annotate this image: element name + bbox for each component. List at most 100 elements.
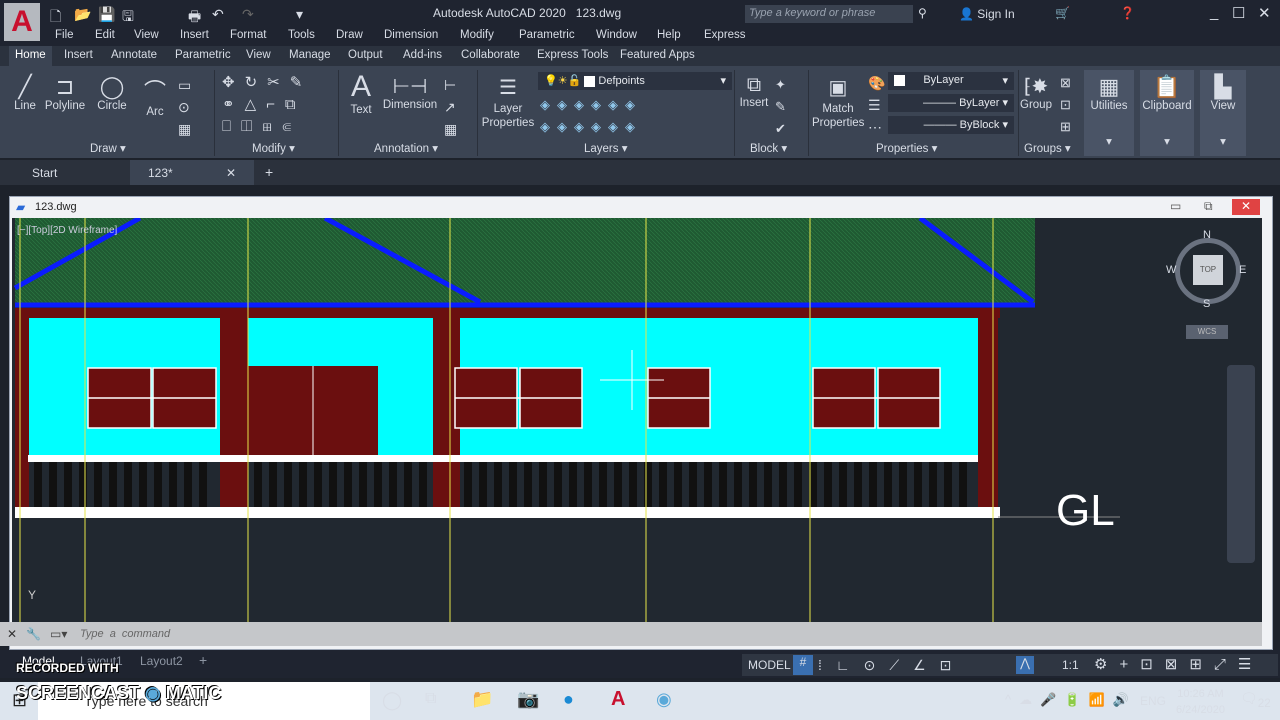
application-menu-button[interactable]: A (4, 3, 40, 41)
menu-tools[interactable]: Tools (288, 29, 315, 41)
arc-button[interactable]: ⌒ Arc (140, 74, 170, 118)
command-history-icon[interactable]: ▭▾ (50, 627, 67, 641)
customize-chevron-icon[interactable]: ▾ (296, 6, 303, 23)
menu-insert[interactable]: Insert (180, 29, 209, 41)
tab-add-ins[interactable]: Add-ins (403, 49, 442, 61)
sign-in-button[interactable]: 👤 Sign In (959, 7, 1015, 21)
tab-parametric[interactable]: Parametric (175, 49, 231, 61)
tab-featured-apps[interactable]: Featured Apps (620, 49, 695, 61)
drawing-close-button[interactable]: ✕ (1232, 199, 1260, 215)
annotation-panel-label[interactable]: Annotation ▾ (374, 141, 438, 155)
notifications-icon[interactable]: 🗨22 (1240, 690, 1271, 710)
navigation-bar[interactable] (1227, 365, 1255, 563)
cart-icon[interactable]: 🛒 (1055, 6, 1070, 20)
color-dropdown[interactable]: ByLayer ▾ (888, 72, 1014, 90)
line-button[interactable]: ╱ Line (8, 74, 42, 112)
save-as-icon[interactable]: 🖫 (122, 6, 134, 30)
task-view-icon[interactable]: ⧉ (425, 690, 436, 708)
tab-express-tools[interactable]: Express Tools (537, 49, 608, 61)
tab-view[interactable]: View (246, 49, 271, 61)
modify-tools-icons[interactable]: ✥↻✂✎ ⚭△⌐⧉ ⎕◫⊞⋐ (222, 72, 312, 138)
new-icon[interactable]: 🗋 (50, 6, 61, 30)
circle-button[interactable]: ◯ Circle (94, 74, 130, 112)
new-layout-button[interactable]: + (199, 652, 207, 668)
drawing-restore-button[interactable]: ⧉ (1204, 199, 1213, 214)
modify-panel-label[interactable]: Modify ▾ (252, 141, 295, 155)
screencast-taskbar-icon[interactable]: ◉ (656, 689, 672, 710)
compass-e[interactable]: E (1239, 264, 1246, 276)
polyline-button[interactable]: ⊐ Polyline (42, 74, 88, 112)
drawing-canvas[interactable] (12, 218, 1262, 622)
cortana-icon[interactable]: ◯ (382, 690, 402, 711)
layer-tools-icons[interactable]: ◈◈◈◈◈◈ ◈◈◈◈◈◈ (540, 94, 642, 138)
camera-icon[interactable]: 📷 (517, 689, 539, 710)
group-tools-icons[interactable]: ⊠ ⊡ ⊞ (1060, 72, 1071, 138)
group-button[interactable]: ⁅✸ Group (1020, 74, 1052, 111)
tab-document[interactable]: 123* ✕ (130, 160, 254, 185)
binoculars-icon[interactable]: ⚲ (918, 6, 927, 20)
tab-insert[interactable]: Insert (64, 49, 93, 61)
tab-layout2[interactable]: Layout2 (140, 654, 183, 668)
menu-dimension[interactable]: Dimension (384, 29, 438, 41)
menu-file[interactable]: File (55, 29, 74, 41)
close-tab-icon[interactable]: ✕ (226, 166, 236, 180)
compass-s[interactable]: S (1203, 298, 1210, 310)
properties-panel-label[interactable]: Properties ▾ (876, 141, 937, 155)
insert-button[interactable]: ⧉ Insert (738, 74, 770, 109)
menu-parametric[interactable]: Parametric (519, 29, 575, 41)
compass-n[interactable]: N (1203, 229, 1211, 241)
customize-wrench-icon[interactable]: 🔧 (26, 627, 41, 641)
drawing-minimize-button[interactable]: ▭ (1170, 199, 1181, 213)
file-explorer-icon[interactable]: 📁 (471, 689, 493, 710)
grid-icon[interactable]: # (793, 655, 813, 675)
viewcube-top[interactable]: TOP (1193, 255, 1223, 285)
system-tray-icons[interactable]: ^☁🎤🔋📶🔊 (1005, 692, 1137, 708)
annotation-visibility-icon[interactable]: ⋀ (1016, 656, 1034, 674)
block-panel-label[interactable]: Block ▾ (750, 141, 787, 155)
status-settings-icons[interactable]: ⚙+⊡⊠⊞⤢☰ (1094, 655, 1263, 673)
wcs-dropdown[interactable]: WCS (1186, 325, 1228, 339)
layers-panel-label[interactable]: Layers ▾ (584, 141, 628, 155)
tab-output[interactable]: Output (348, 49, 383, 61)
leader-table-icons[interactable]: ⊢ ↗ ▦ (444, 74, 457, 140)
menu-view[interactable]: View (134, 29, 159, 41)
menu-edit[interactable]: Edit (95, 29, 115, 41)
help-search-input[interactable]: Type a keyword or phrase (745, 5, 913, 23)
model-space-button[interactable]: MODEL (748, 658, 791, 672)
command-input[interactable]: Type a command (80, 628, 170, 640)
tab-start[interactable]: Start (32, 166, 57, 180)
clock[interactable]: 10:26 AM 6/24/2020 (1176, 686, 1225, 718)
print-icon[interactable]: 🖶 (188, 6, 201, 30)
open-icon[interactable]: 📂 (74, 6, 91, 23)
tab-annotate[interactable]: Annotate (111, 49, 157, 61)
dimension-button[interactable]: ⊢⊣ Dimension (382, 74, 438, 111)
save-icon[interactable]: 💾 (98, 6, 115, 23)
clipboard-button[interactable]: 📋 Clipboard ▾ (1140, 70, 1194, 156)
menu-modify[interactable]: Modify (460, 29, 494, 41)
compass-w[interactable]: W (1166, 264, 1176, 276)
menu-help[interactable]: Help (657, 29, 681, 41)
close-button[interactable]: ✕ (1258, 4, 1271, 22)
linetype-dropdown[interactable]: ——— ByLayer ▾ (888, 94, 1014, 112)
draw-panel-label[interactable]: Draw ▾ (90, 141, 126, 155)
tab-manage[interactable]: Manage (289, 49, 331, 61)
undo-icon[interactable]: ↶ (212, 6, 224, 23)
menu-window[interactable]: Window (596, 29, 637, 41)
menu-express[interactable]: Express (704, 29, 746, 41)
lineweight-dropdown[interactable]: ——— ByBlock ▾ (888, 116, 1014, 134)
redo-icon[interactable]: ↷ (242, 6, 254, 23)
language-indicator[interactable]: ENG (1140, 694, 1166, 708)
rectangle-hatch-icons[interactable]: ▭ ⊙ ▦ (178, 74, 191, 140)
viewport-controls[interactable]: [−][Top][2D Wireframe] (17, 225, 117, 236)
help-icon[interactable]: ❓ (1120, 6, 1135, 20)
utilities-button[interactable]: ▦ Utilities ▾ (1084, 70, 1134, 156)
menu-draw[interactable]: Draw (336, 29, 363, 41)
minimize-button[interactable]: _ (1210, 4, 1218, 21)
menu-format[interactable]: Format (230, 29, 266, 41)
view-button[interactable]: ▙ View ▾ (1200, 70, 1246, 156)
block-tools-icons[interactable]: ✦ ✎ ✔ (775, 74, 786, 140)
tab-collaborate[interactable]: Collaborate (461, 49, 520, 61)
layer-dropdown[interactable]: 💡☀🔓 Defpoints ▾ (538, 72, 732, 90)
autocad-taskbar-icon[interactable]: A (611, 688, 625, 711)
annotation-scale-dropdown[interactable]: 1:1 (1062, 658, 1079, 672)
